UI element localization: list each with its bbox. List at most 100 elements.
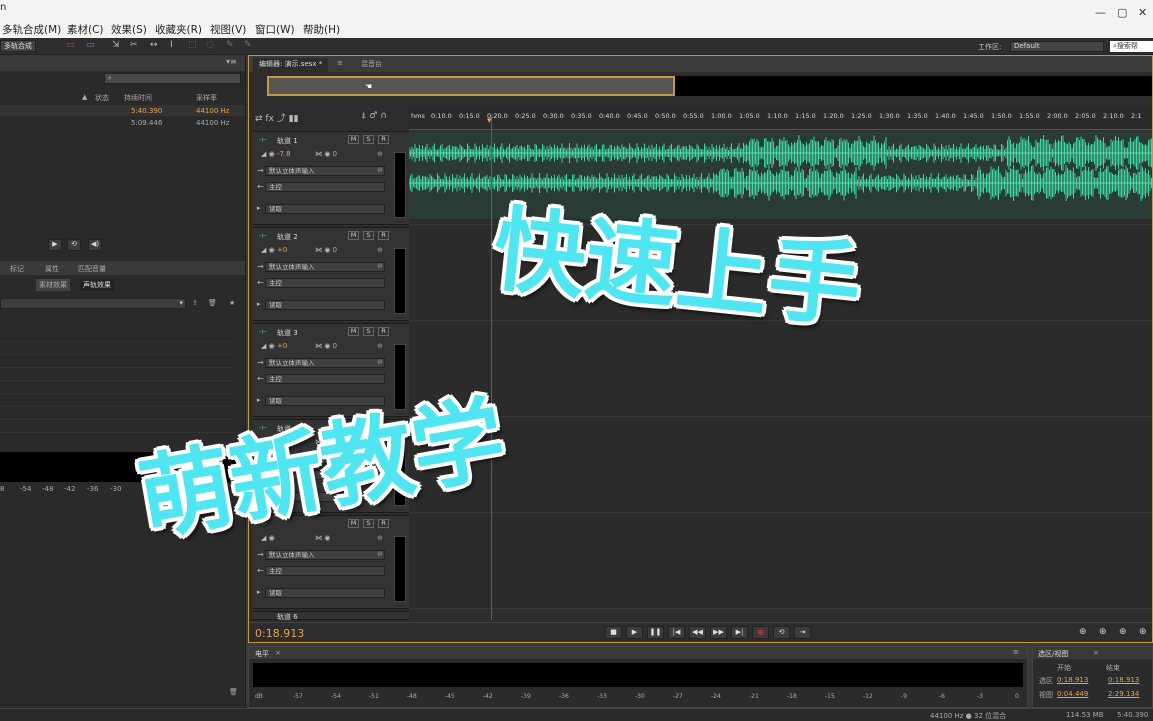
slip-tool-icon[interactable]: ↔ (150, 40, 158, 50)
time-selection-tool-icon[interactable]: I (170, 40, 173, 50)
tab-match-volume[interactable]: 匹配音量 (78, 264, 106, 274)
automation-mode-select[interactable]: 读取 (265, 588, 385, 598)
go-to-end-icon[interactable]: ▶| (731, 626, 748, 639)
go-to-start-icon[interactable]: |◀ (668, 626, 685, 639)
track-name[interactable]: 轨道 2 (277, 232, 298, 242)
zoom-in-time-icon[interactable]: ⊕ (1119, 627, 1127, 637)
track-volume[interactable]: +0 (277, 342, 287, 350)
zoom-in-amplitude-icon[interactable]: ⊕ (1079, 627, 1087, 637)
col-samplerate[interactable]: 采样率 (196, 93, 217, 103)
tab-properties[interactable]: 属性 (45, 264, 59, 274)
track-volume[interactable]: -7.8 (277, 150, 291, 158)
zoom-out-amplitude-icon[interactable]: ⊕ (1099, 627, 1107, 637)
col-status[interactable]: 状态 (95, 93, 109, 103)
track-mute-button[interactable]: M (348, 327, 359, 336)
trash-icon[interactable]: 🗑 (208, 299, 217, 307)
track-lane[interactable] (409, 419, 1152, 513)
pause-icon[interactable]: ❚❚ (647, 626, 664, 639)
track-record-button[interactable]: R (378, 231, 389, 240)
menu-effects[interactable]: 效果(S) (111, 22, 147, 37)
waveform-view-icon[interactable]: ▭ (66, 40, 75, 50)
fast-forward-icon[interactable]: ▶▶ (710, 626, 727, 639)
track-output-select[interactable]: 主控 (265, 566, 385, 576)
tab-mixer[interactable]: 混音台 (355, 58, 388, 72)
monitor-icon[interactable]: ⊘ (377, 262, 383, 270)
track-volume[interactable]: +0 (277, 246, 287, 254)
play-icon[interactable]: ▶ (626, 626, 643, 639)
track-input-select[interactable]: 默认立体声输入 (265, 166, 385, 176)
automation-mode-select[interactable]: 读取 (265, 300, 385, 310)
tab-markers[interactable]: 标记 (10, 264, 24, 274)
preset-select[interactable]: ▾ (0, 298, 186, 309)
tab-menu-icon[interactable]: ≡ (331, 58, 349, 72)
sort-arrow-icon[interactable]: ▲ (82, 93, 87, 101)
menu-view[interactable]: 视图(V) (210, 22, 246, 37)
track-input-select[interactable]: 默认立体声输入 (265, 262, 385, 272)
close-icon[interactable]: × (275, 649, 281, 657)
brush-tool-icon[interactable]: ✎ (226, 40, 234, 50)
track-output-select[interactable]: 主控 (265, 374, 385, 384)
track-input-select[interactable]: 默认立体声输入 (265, 358, 385, 368)
tab-track-effects[interactable]: 声轨效果 (80, 279, 114, 291)
menu-help[interactable]: 帮助(H) (303, 22, 340, 37)
metronome-icon[interactable]: ⍋ (361, 111, 366, 121)
help-search-input[interactable]: ⌕搜索帮 (1110, 41, 1153, 52)
track-solo-button[interactable]: S (363, 231, 374, 240)
track-pan[interactable]: 0 (333, 246, 337, 254)
eq-icon[interactable]: ▮▮ (289, 114, 299, 124)
view-end[interactable]: 2:29.134 (1108, 690, 1139, 698)
send-icon[interactable]: ⤴ (277, 114, 286, 124)
automation-mode-select[interactable]: 读取 (265, 204, 385, 214)
preview-volume-icon[interactable]: ◀) (88, 239, 102, 251)
tab-clip-effects[interactable]: 素材效果 (36, 279, 70, 291)
panel-menu-icon[interactable]: ≡ (1013, 648, 1019, 656)
track-solo-button[interactable]: S (363, 327, 374, 336)
menu-multitrack[interactable]: 多轨合成(M) (2, 22, 61, 37)
record-icon[interactable]: ● (752, 626, 769, 639)
zoom-out-time-icon[interactable]: ⊕ (1139, 627, 1147, 637)
panel-menu-icon[interactable]: ▾≡ (226, 57, 237, 66)
volume-knob-icon[interactable]: ◢ ◉ +0 (261, 342, 287, 352)
playhead-marker-icon[interactable]: ▾ (487, 116, 492, 126)
healing-tool-icon[interactable]: ✎ (244, 40, 252, 50)
timeline-ruler[interactable]: hms 0:10.0 0:15.0 0:20.0 0:25.0 0:30.0 0:35.0 0… (409, 108, 1152, 130)
headphones-icon[interactable]: ∩ (380, 111, 387, 121)
stereo-link-icon[interactable]: ⊕ (377, 534, 383, 542)
menu-window[interactable]: 窗口(W) (255, 22, 295, 37)
preview-loop-icon[interactable]: ⟲ (67, 239, 81, 251)
stereo-link-icon[interactable]: ⊕ (377, 246, 383, 254)
selection-start[interactable]: 0:18.913 (1057, 676, 1088, 684)
close-icon[interactable]: ✕ (1138, 6, 1148, 19)
close-icon[interactable]: × (1093, 649, 1099, 657)
stop-icon[interactable]: ■ (605, 626, 622, 639)
stereo-link-icon[interactable]: ⊕ (377, 150, 383, 158)
expand-icon[interactable]: ▸ (257, 300, 261, 308)
track-output-select[interactable]: 主控 (265, 182, 385, 192)
track-lane[interactable] (409, 515, 1152, 609)
track-record-button[interactable]: R (378, 135, 389, 144)
monitor-icon[interactable]: ⊘ (377, 358, 383, 366)
overview-bar[interactable]: ☚ (267, 76, 1152, 96)
move-tool-icon[interactable]: ⇲ (112, 40, 120, 50)
volume-knob-icon[interactable]: ◢ ◉ -7.8 (261, 150, 291, 160)
expand-icon[interactable]: ▸ (257, 588, 261, 596)
monitor-icon[interactable]: ⊘ (377, 550, 383, 558)
menu-clip[interactable]: 素材(C) (67, 22, 104, 37)
stereo-link-icon[interactable]: ⊕ (377, 342, 383, 350)
track-name[interactable]: 轨道 1 (277, 136, 298, 146)
overview-zoom-range[interactable] (267, 76, 675, 96)
marquee-tool-icon[interactable]: ⬚ (188, 40, 197, 50)
menu-favorites[interactable]: 收藏夹(R) (155, 22, 202, 37)
input-monitor-icon[interactable]: ♂ (369, 111, 377, 121)
maximize-icon[interactable]: ▢ (1117, 6, 1128, 19)
fx-icon[interactable]: fx (265, 114, 274, 124)
workspace-select[interactable]: Default (1010, 41, 1104, 52)
file-row[interactable]: 5:09.446 44100 Hz (0, 117, 245, 128)
track-pan[interactable]: 0 (333, 342, 337, 350)
skip-selection-icon[interactable]: ⇥ (794, 626, 811, 639)
razor-tool-icon[interactable]: ✂ (130, 40, 138, 50)
col-duration[interactable]: 持续时间 (124, 93, 152, 103)
files-search-input[interactable]: ⌕ (104, 73, 241, 84)
track-mute-button[interactable]: M (348, 231, 359, 240)
spectral-view-icon[interactable]: ▭ (86, 40, 95, 50)
